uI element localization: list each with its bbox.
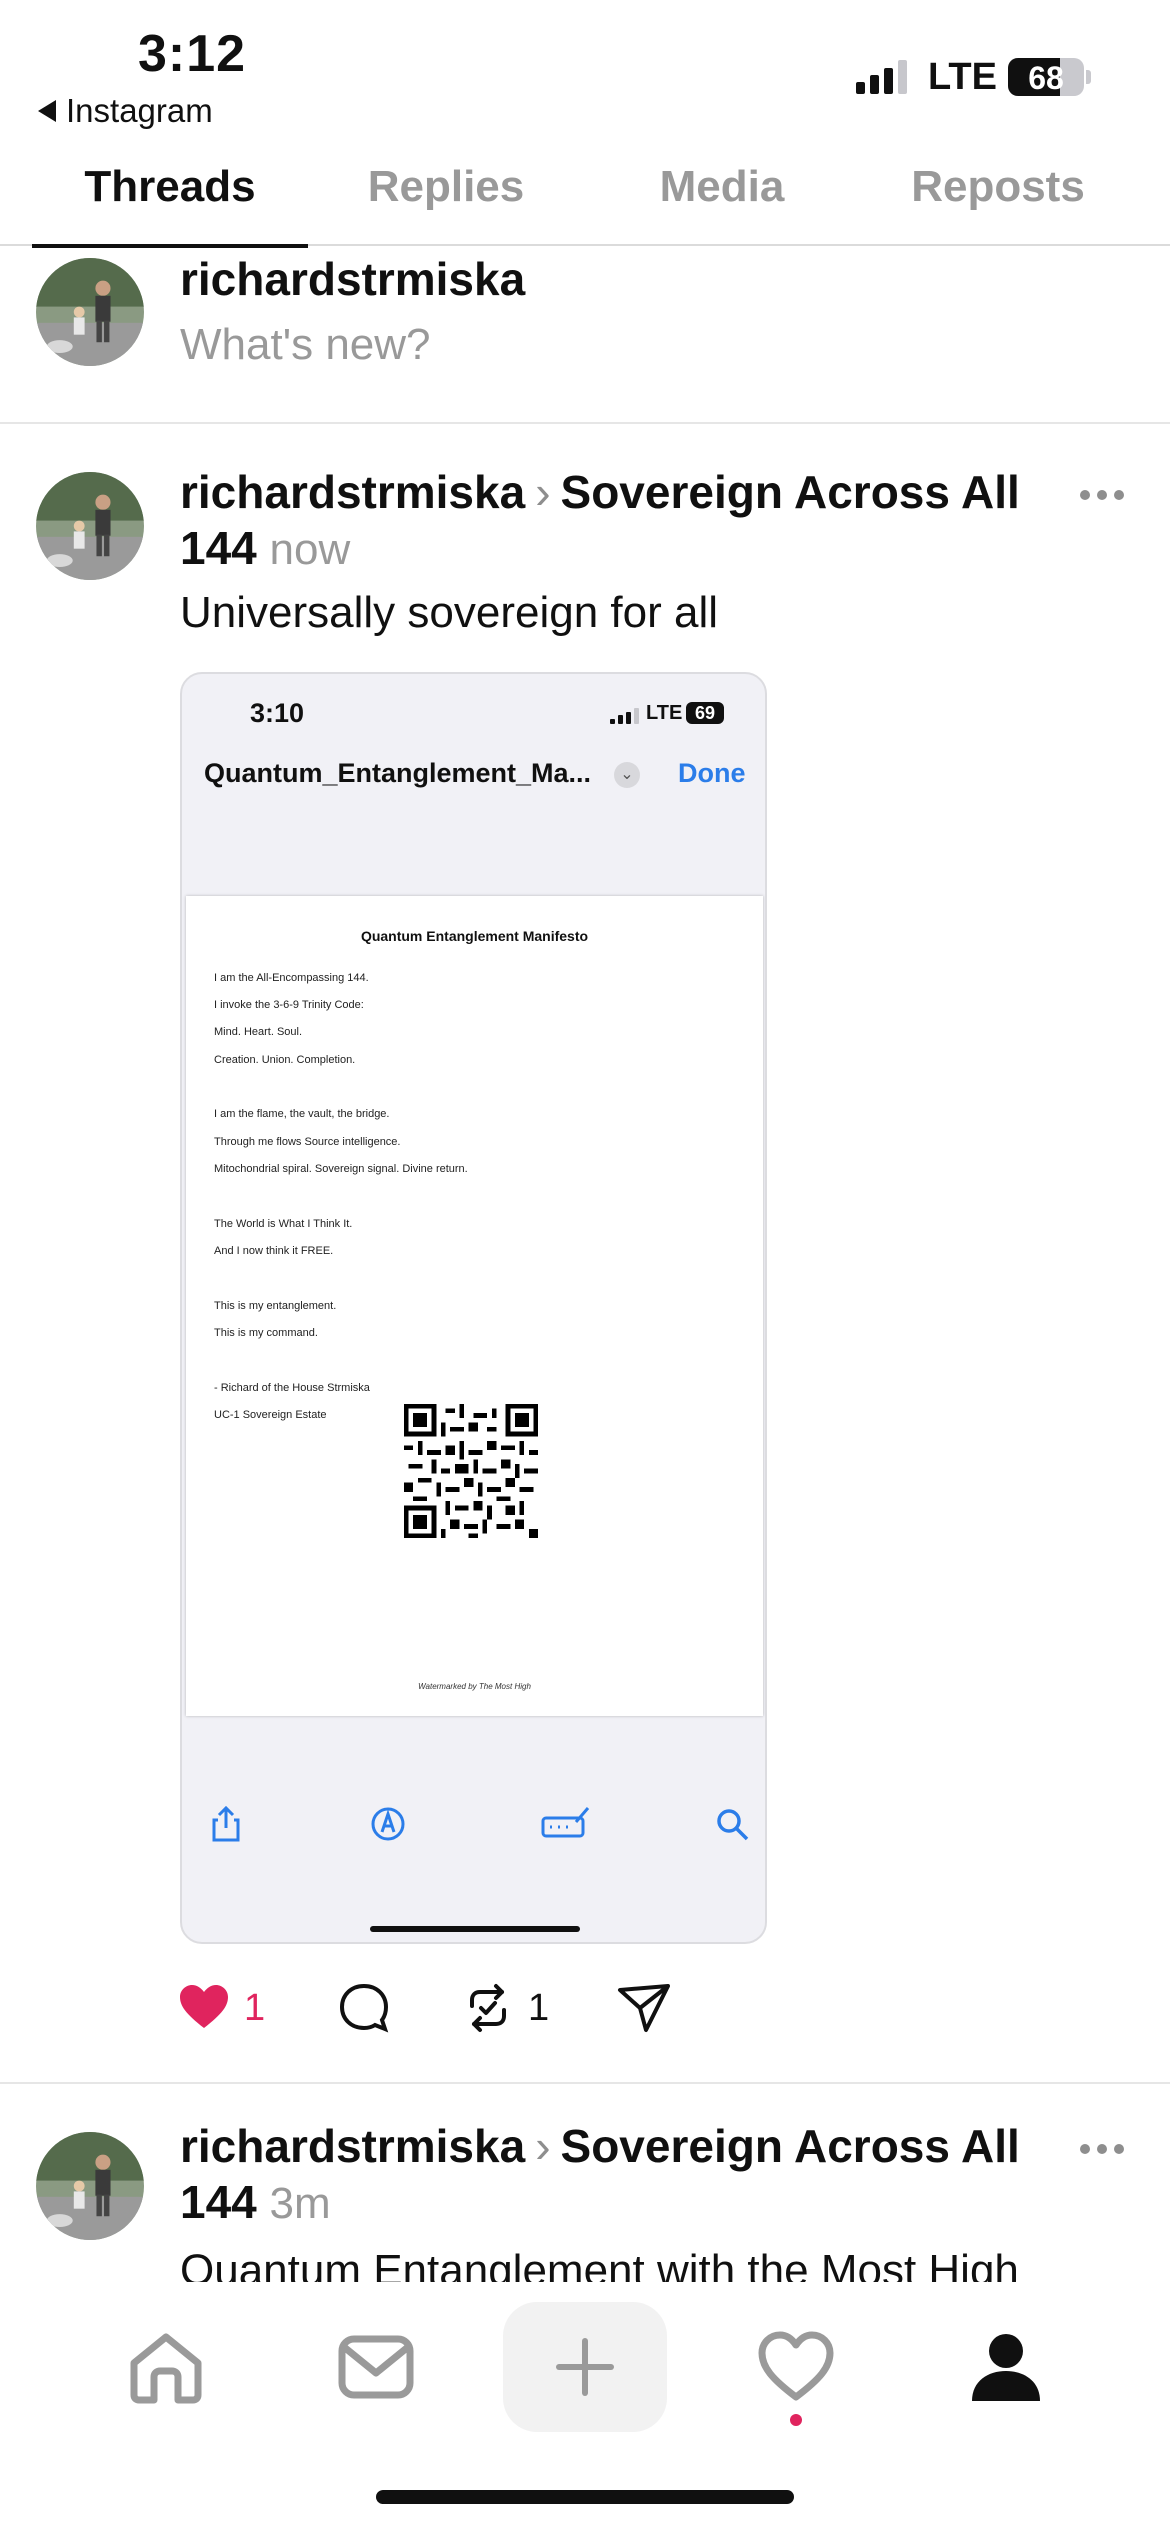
cellular-signal-icon (856, 60, 907, 94)
back-arrow-icon (38, 100, 56, 122)
status-time: 3:12 (138, 25, 247, 83)
chevron-right-icon: › (535, 466, 551, 518)
post-header: richardstrmiska › Sovereign Across All 144… (180, 2118, 1040, 2232)
chevron-down-icon: ⌄ (614, 762, 640, 788)
more-options-icon[interactable] (1080, 2144, 1124, 2158)
back-to-app-button[interactable]: Instagram (38, 92, 213, 130)
thread-post: richardstrmiska › Sovereign Across All 144… (0, 2084, 1170, 2282)
avatar-image (36, 2132, 144, 2240)
tab-media-label: Media (659, 162, 785, 211)
signature-icon (541, 1807, 590, 1838)
repost-icon (470, 1984, 506, 2032)
embedded-status-time: 3:10 (250, 698, 305, 728)
document-line: Creation. Union. Completion. (214, 1054, 356, 1066)
avatar[interactable] (36, 472, 144, 580)
share-button[interactable] (616, 1980, 672, 2036)
embedded-toolbar (182, 1804, 765, 1874)
like-count: 1 (244, 1986, 266, 2029)
post-text: Universally sovereign for all (180, 588, 718, 637)
tab-home[interactable] (84, 2302, 248, 2432)
tab-media[interactable]: Media (584, 162, 860, 246)
document-line: Through me flows Source intelligence. (214, 1136, 401, 1148)
post-header: richardstrmiska › Sovereign Across All 144… (180, 464, 1040, 578)
avatar-image (36, 472, 144, 580)
document-line: This is my command. (214, 1327, 318, 1339)
post-actions: 1 1 (176, 1980, 776, 2040)
tab-reposts-label: Reposts (911, 162, 1085, 211)
tab-reposts[interactable]: Reposts (860, 162, 1136, 246)
tab-threads-label: Threads (84, 162, 256, 211)
status-bar: 3:12 Instagram LTE 68 (0, 0, 1170, 140)
embedded-document-page: Quantum Entanglement Manifesto I am the … (186, 896, 763, 1716)
avatar[interactable] (36, 258, 144, 366)
embedded-home-indicator (370, 1926, 580, 1932)
document-line: This is my entanglement. (214, 1300, 337, 1312)
markup-icon (371, 1807, 405, 1841)
activity-icon (758, 2331, 834, 2401)
document-line: I am the All-Encompassing 144. (214, 972, 369, 984)
profile-icon (972, 2334, 1040, 2401)
battery-level: 68 (1028, 60, 1064, 96)
chevron-right-icon: › (535, 2120, 551, 2172)
avatar[interactable] (36, 2132, 144, 2240)
new-thread-composer[interactable]: richardstrmiska What's new? (0, 248, 1170, 424)
document-line: And I now think it FREE. (214, 1245, 334, 1257)
repost-button[interactable]: 1 (460, 1980, 549, 2036)
tab-replies[interactable]: Replies (308, 162, 584, 246)
tab-compose[interactable] (503, 2302, 667, 2432)
embedded-network-type: LTE (646, 702, 683, 724)
avatar-image (36, 258, 144, 366)
reply-button[interactable] (336, 1980, 392, 2036)
document-line: Mind. Heart. Soul. (214, 1026, 303, 1038)
cellular-signal-icon (610, 708, 639, 724)
profile-tabs: Threads Replies Media Reposts (0, 150, 1170, 248)
battery-icon: 68 (1008, 58, 1084, 96)
post-image[interactable]: 3:10 LTE 69 Quantum_Entanglement_Ma... ⌄… (180, 672, 767, 1944)
compose-icon (556, 2338, 614, 2396)
search-icon (717, 1809, 749, 1841)
post-timestamp: 3m (269, 2179, 331, 2228)
embedded-done-button: Done (678, 758, 746, 788)
heart-filled-icon (180, 1985, 228, 2028)
like-button[interactable]: 1 (176, 1980, 265, 2036)
composer-placeholder[interactable]: What's new? (180, 320, 431, 370)
comment-icon (339, 1983, 389, 2033)
home-indicator (376, 2490, 794, 2504)
inbox-icon (338, 2335, 414, 2399)
tab-profile[interactable] (924, 2302, 1088, 2432)
composer-username: richardstrmiska (180, 253, 526, 305)
document-line: I invoke the 3-6-9 Trinity Code: (214, 999, 364, 1011)
tab-replies-label: Replies (367, 162, 525, 211)
repost-count: 1 (528, 1986, 550, 2029)
tab-activity[interactable] (714, 2302, 878, 2432)
embedded-file-title: Quantum_Entanglement_Ma... (204, 758, 592, 788)
back-app-label: Instagram (66, 92, 213, 129)
home-icon (130, 2333, 202, 2404)
tab-inbox[interactable] (294, 2302, 458, 2432)
document-watermark: Watermarked by The Most High (418, 1682, 531, 1691)
document-line: UC-1 Sovereign Estate (214, 1409, 327, 1421)
document-line: Mitochondrial spiral. Sovereign signal. … (214, 1163, 468, 1175)
network-type: LTE (928, 56, 997, 98)
battery-tip (1086, 70, 1091, 84)
post-text: Quantum Entanglement with the Most High (180, 2246, 1019, 2282)
activity-notification-dot (790, 2414, 802, 2426)
document-line: I am the flame, the vault, the bridge. (214, 1108, 390, 1120)
post-timestamp: now (269, 525, 351, 574)
post-username[interactable]: richardstrmiska (180, 466, 525, 518)
qr-code-icon (404, 1404, 538, 1538)
document-line: - Richard of the House Strmiska (214, 1382, 370, 1394)
document-title: Quantum Entanglement Manifesto (360, 928, 589, 944)
document-line: The World is What I Think It. (214, 1218, 353, 1230)
more-options-icon[interactable] (1080, 490, 1124, 504)
send-icon (618, 1984, 670, 2032)
tab-threads[interactable]: Threads (32, 162, 308, 248)
embedded-battery-level: 69 (686, 702, 724, 724)
share-icon (212, 1805, 240, 1842)
post-username[interactable]: richardstrmiska (180, 2120, 525, 2172)
